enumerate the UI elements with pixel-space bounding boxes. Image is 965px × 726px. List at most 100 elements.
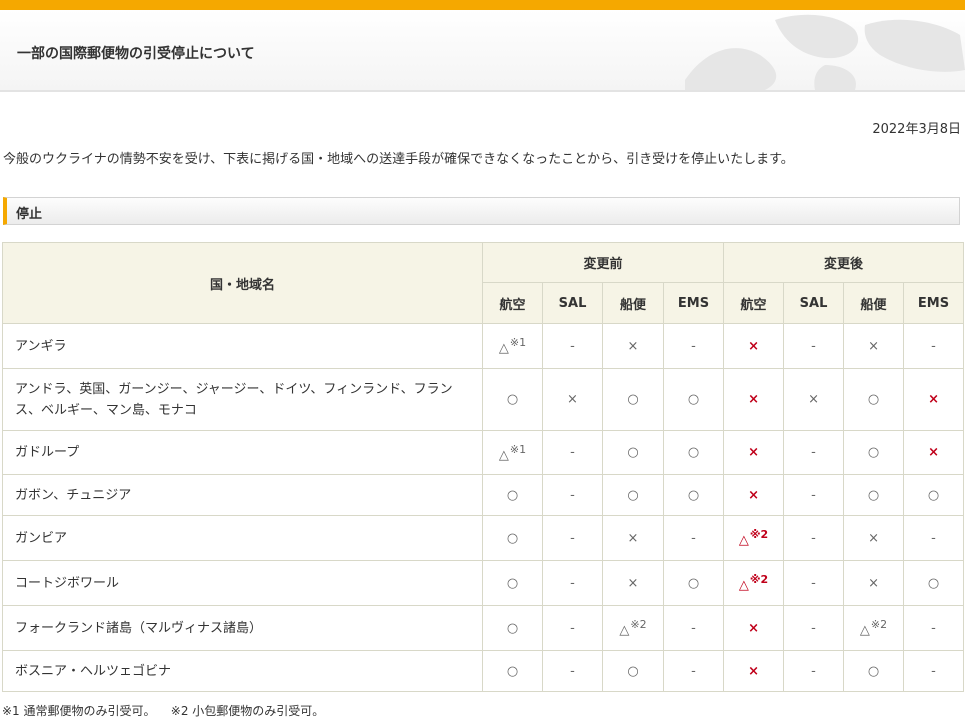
before-status-cell: ○ (602, 430, 664, 475)
country-name: ガボン、チュニジア (2, 474, 483, 516)
status-mark: - (570, 575, 575, 591)
after-status-cell: ○ (903, 560, 965, 606)
status-mark: × (868, 530, 879, 546)
status-mark: × (627, 575, 639, 591)
section-heading-label: 停止 (16, 207, 43, 222)
before-status-cell: - (542, 323, 603, 369)
status-mark: × (627, 530, 639, 546)
status-mark: ○ (627, 445, 639, 460)
table-row: コートジボワール ○ - × ○ △※2 - × ○ (2, 560, 965, 606)
after-status-cell: ○ (843, 430, 905, 475)
before-status-cell: × (602, 515, 664, 561)
before-status-cell: ○ (482, 368, 543, 431)
after-status-cell: × (843, 560, 905, 606)
status-mark: ○ (506, 392, 519, 407)
before-status-cell: - (662, 323, 725, 369)
status-mark: ○ (687, 392, 700, 407)
before-status-cell: ○ (662, 368, 725, 431)
before-status-cell: ○ (482, 515, 543, 561)
status-mark: - (811, 530, 816, 546)
after-status-cell: △※2 (723, 515, 785, 561)
status-mark: ○ (927, 487, 940, 503)
before-status-cell: × (542, 368, 603, 431)
status-mark: - (931, 338, 936, 354)
before-status-cell: - (542, 650, 603, 692)
after-status-cell: - (783, 474, 845, 516)
before-status-cell: - (542, 430, 603, 475)
before-status-cell: - (542, 474, 603, 516)
status-mark: - (931, 530, 936, 546)
status-mark: × (748, 663, 759, 679)
status-mark: × (567, 392, 578, 407)
after-status-cell: × (723, 650, 785, 692)
status-mark: ○ (687, 487, 700, 503)
status-mark: × (928, 392, 939, 407)
after-status-cell: ○ (843, 650, 905, 692)
section-heading: 停止 (3, 197, 960, 225)
status-mark: △ (498, 341, 509, 356)
status-mark: - (811, 338, 816, 354)
after-status-cell: △※2 (723, 560, 785, 606)
table-row: ボスニア・ヘルツェゴビナ ○ - ○ - × - ○ - (2, 650, 965, 692)
status-mark: ○ (867, 445, 880, 460)
status-mark: - (691, 663, 696, 679)
status-mark: - (570, 620, 575, 636)
footnote-ref: ※2 (630, 618, 647, 631)
after-status-cell: × (723, 430, 785, 475)
footnote-1: ※1 通常郵便物のみ引受可。 (2, 704, 156, 718)
country-name: コートジボワール (2, 560, 483, 606)
country-column-header: 国・地域名 (2, 242, 483, 324)
status-mark: ○ (867, 487, 880, 503)
footnote-ref: ※2 (749, 528, 769, 541)
status-mark: × (868, 338, 879, 354)
table-row: アンギラ △※1- × - × - × - (2, 323, 965, 369)
status-mark: ○ (506, 663, 519, 679)
status-mark: - (570, 663, 575, 679)
footnote-ref: ※1 (509, 336, 527, 349)
table-row: ガドループ △※1- ○ ○ × - ○ × (2, 430, 965, 475)
status-mark: - (811, 487, 816, 503)
after-status-cell: × (723, 323, 785, 369)
status-mark: △ (619, 623, 630, 638)
after-status-cell: - (783, 560, 845, 606)
after-status-cell: × (723, 474, 785, 516)
country-name: アンギラ (2, 323, 483, 369)
before-status-cell: ○ (662, 474, 725, 516)
before-status-cell: ○ (662, 560, 725, 606)
status-mark: - (811, 620, 816, 636)
after-status-cell: × (843, 515, 905, 561)
after-change-header: 変更後 (723, 242, 965, 283)
status-mark: × (748, 392, 759, 407)
country-name: フォークランド諸島（マルヴィナス諸島） (2, 605, 483, 651)
before-status-cell: ○ (662, 430, 725, 475)
status-mark: - (811, 663, 816, 679)
suspension-table: 国・地域名 変更前 変更後 航空 SAL 船便 EMS 航空 SAL 船便 EMS アンギラ △… (2, 242, 965, 692)
before-status-cell: - (662, 650, 725, 692)
status-mark: × (928, 445, 939, 460)
after-status-cell: × (723, 605, 785, 651)
before-method-header: EMS (662, 282, 725, 324)
status-mark: ○ (506, 530, 519, 546)
before-method-header: 航空 (482, 282, 543, 324)
page-title: 一部の国際郵便物の引受停止について (17, 46, 255, 62)
status-mark: - (570, 487, 575, 503)
after-status-cell: - (783, 650, 845, 692)
after-status-cell: ○ (843, 368, 905, 431)
country-name: ガドループ (2, 430, 483, 475)
after-status-cell: - (903, 605, 965, 651)
before-status-cell: - (542, 605, 603, 651)
after-status-cell: - (783, 605, 845, 651)
footnote-ref: ※2 (870, 618, 888, 631)
table-row: アンドラ、英国、ガーンジー、ジャージー、ドイツ、フィンランド、フランス、ベルギー… (2, 368, 965, 431)
before-method-header: SAL (542, 282, 603, 324)
status-mark: ○ (927, 575, 940, 591)
status-mark: - (811, 445, 816, 460)
before-status-cell: ○ (482, 650, 543, 692)
before-status-cell: ○ (482, 605, 543, 651)
status-mark: × (748, 487, 759, 503)
before-status-cell: × (602, 323, 664, 369)
before-status-cell: ○ (482, 474, 543, 516)
before-status-cell: ○ (602, 368, 664, 431)
status-mark: - (931, 663, 936, 679)
before-status-cell: △※1 (482, 430, 543, 475)
